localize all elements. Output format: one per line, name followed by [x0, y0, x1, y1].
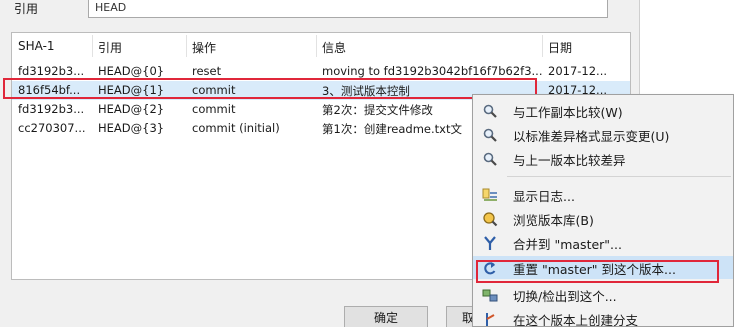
column-header-ref[interactable]: 引用 — [98, 39, 188, 56]
merge-icon — [481, 234, 499, 251]
column-divider[interactable] — [316, 35, 317, 57]
menu-item-label: 与工作副本比较(W) — [513, 105, 623, 120]
cell-ref: HEAD@{0} — [98, 64, 165, 78]
menu-item-label: 以标准差异格式显示变更(U) — [513, 129, 670, 144]
column-header-sha[interactable]: SHA-1 — [18, 39, 92, 53]
cell-operation: commit — [192, 83, 236, 97]
menu-separator — [507, 176, 731, 177]
ref-combo[interactable]: HEAD — [88, 0, 608, 18]
column-divider[interactable] — [542, 35, 543, 57]
menu-item-switch-checkout[interactable]: 切换/检出到这个... — [473, 283, 733, 306]
menu-item-label: 在这个版本上创建分支 — [513, 313, 639, 327]
column-header-operation[interactable]: 操作 — [192, 39, 312, 56]
menu-item-show-log[interactable]: 显示日志... — [473, 183, 733, 206]
cell-operation: commit (initial) — [192, 121, 280, 135]
switch-icon — [481, 286, 499, 303]
ok-button[interactable]: 确定 — [344, 306, 428, 327]
menu-item-reset-master[interactable]: 重置 "master" 到这个版本... — [473, 256, 733, 279]
cell-sha: cc270307... — [18, 121, 86, 135]
context-menu: 与工作副本比较(W) 以标准差异格式显示变更(U) 与上一版本比较差异 显示日志… — [472, 94, 734, 327]
ref-row: 引用 HEAD — [0, 0, 640, 24]
reset-icon — [481, 259, 499, 276]
menu-item-label: 合并到 "master"... — [513, 237, 622, 252]
cell-message: moving to fd3192b3042bf16f7b62f3... — [322, 64, 542, 78]
menu-item-label: 切换/检出到这个... — [513, 289, 617, 304]
cell-sha: 816f54bf... — [18, 83, 81, 97]
cell-ref: HEAD@{1} — [98, 83, 165, 97]
cell-sha: fd3192b3... — [18, 64, 85, 78]
cell-sha: fd3192b3... — [18, 102, 85, 116]
menu-item-show-unified-diff[interactable]: 以标准差异格式显示变更(U) — [473, 123, 733, 146]
list-header: SHA-1 引用 操作 信息 日期 — [12, 33, 630, 61]
menu-item-compare-previous[interactable]: 与上一版本比较差异 — [473, 147, 733, 170]
branch-icon — [481, 310, 499, 327]
menu-item-label: 显示日志... — [513, 189, 575, 204]
repo-browser-icon — [481, 210, 499, 227]
ref-label: 引用 — [14, 2, 39, 16]
cell-operation: commit — [192, 102, 236, 116]
table-row[interactable]: fd3192b3... HEAD@{0} reset moving to fd3… — [12, 62, 630, 81]
cell-operation: reset — [192, 64, 222, 78]
column-divider[interactable] — [186, 35, 187, 57]
menu-item-compare-working-copy[interactable]: 与工作副本比较(W) — [473, 99, 733, 122]
menu-item-label: 与上一版本比较差异 — [513, 153, 626, 168]
menu-item-create-branch[interactable]: 在这个版本上创建分支 — [473, 307, 733, 327]
column-header-message[interactable]: 信息 — [322, 39, 542, 56]
magnifier-icon — [481, 102, 499, 119]
menu-item-label: 重置 "master" 到这个版本... — [513, 262, 676, 277]
column-header-date[interactable]: 日期 — [548, 39, 618, 56]
menu-item-repo-browser[interactable]: 浏览版本库(B) — [473, 207, 733, 230]
column-divider[interactable] — [92, 35, 93, 57]
magnifier-icon — [481, 150, 499, 167]
magnifier-icon — [481, 126, 499, 143]
menu-item-label: 浏览版本库(B) — [513, 213, 594, 228]
cell-ref: HEAD@{3} — [98, 121, 165, 135]
cell-date: 2017-12... — [548, 64, 608, 78]
menu-item-merge-to-master[interactable]: 合并到 "master"... — [473, 231, 733, 254]
log-icon — [481, 186, 499, 203]
cell-ref: HEAD@{2} — [98, 102, 165, 116]
